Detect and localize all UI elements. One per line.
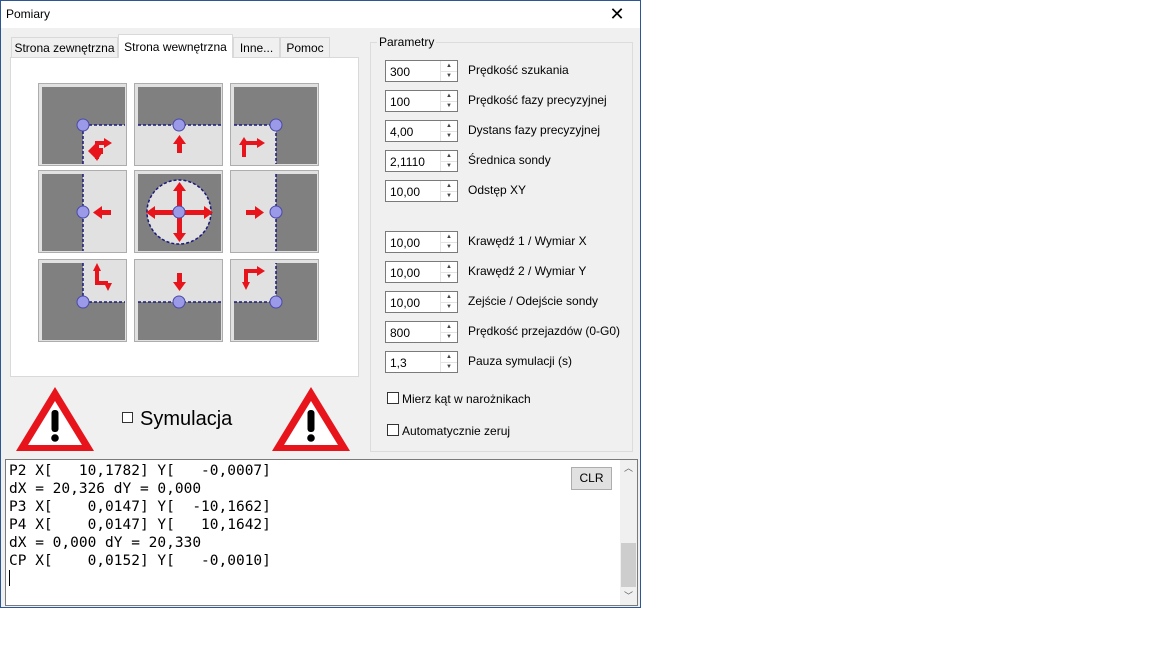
parameters-group-title: Parametry: [377, 35, 437, 49]
inner-corner-bottom-right-icon: [234, 263, 317, 340]
log-line: P3 X[ 0,0147] Y[ -10,1662]: [9, 499, 271, 515]
scroll-down-icon[interactable]: ﹀: [620, 588, 637, 605]
precise-speed-label: Prędkość fazy precyzyjnej: [468, 93, 607, 107]
spinbox-value[interactable]: 2,1110: [390, 155, 425, 169]
xy-offset-spinbox[interactable]: 10,00 ▲ ▼: [385, 180, 458, 202]
search-speed-spinbox[interactable]: 300 ▲ ▼: [385, 60, 458, 82]
spinbox-value[interactable]: 10,00: [390, 236, 420, 250]
spin-down-icon[interactable]: ▼: [441, 302, 457, 312]
precise-speed-spinbox[interactable]: 100 ▲ ▼: [385, 90, 458, 112]
inner-edge-bottom-icon: [138, 263, 221, 340]
tab-pomoc[interactable]: Pomoc: [280, 37, 330, 57]
probe-diameter-spinbox[interactable]: 2,1110 ▲ ▼: [385, 150, 458, 172]
spin-down-icon[interactable]: ▼: [441, 71, 457, 81]
inner-corner-bottom-left-icon: [42, 263, 125, 340]
spin-down-icon[interactable]: ▼: [441, 161, 457, 171]
tab-strona-wewnetrzna[interactable]: Strona wewnętrzna: [118, 34, 233, 58]
spinbox-value[interactable]: 10,00: [390, 266, 420, 280]
spinbox-value[interactable]: 800: [390, 326, 410, 340]
edge2-label: Krawędź 2 / Wymiar Y: [468, 264, 587, 278]
measure-angle-checkbox[interactable]: [387, 392, 399, 404]
travel-speed-label: Prędkość przejazdów (0-G0): [468, 324, 621, 338]
log-line: CP X[ 0,0152] Y[ -0,0010]: [9, 553, 271, 569]
warning-triangle-icon: [16, 387, 94, 451]
simulation-checkbox[interactable]: [122, 412, 133, 423]
text-caret: [9, 570, 10, 586]
spin-down-icon[interactable]: ▼: [441, 332, 457, 342]
measure-angle-label[interactable]: Mierz kąt w narożnikach: [402, 392, 531, 406]
search-speed-label: Prędkość szukania: [468, 63, 569, 77]
probe-diameter-label: Średnica sondy: [468, 153, 551, 167]
inner-corner-top-right-icon: [234, 87, 317, 164]
xy-offset-label: Odstęp XY: [468, 183, 527, 197]
spinbox-value[interactable]: 1,3: [390, 356, 407, 370]
simulation-label[interactable]: Symulacja: [140, 408, 232, 431]
inner-edge-top-icon: [138, 87, 221, 164]
probe-approach-spinbox[interactable]: 10,00 ▲ ▼: [385, 291, 458, 313]
warning-triangle-icon: [272, 387, 350, 451]
spin-down-icon[interactable]: ▼: [441, 242, 457, 252]
edge1-spinbox[interactable]: 10,00 ▲ ▼: [385, 231, 458, 253]
log-textarea[interactable]: P2 X[ 10,1782] Y[ -0,0007] dX = 20,326 d…: [5, 459, 638, 606]
probe-top-left-corner-button[interactable]: [38, 83, 127, 166]
auto-zero-checkbox[interactable]: [387, 424, 399, 436]
probe-left-edge-button[interactable]: [38, 170, 127, 253]
spinbox-value[interactable]: 100: [390, 95, 410, 109]
log-scrollbar[interactable]: ︿ ﹀: [620, 460, 637, 605]
log-line: dX = 0,000 dY = 20,330: [9, 535, 202, 551]
bore-center-icon: [138, 174, 221, 251]
precise-distance-spinbox[interactable]: 4,00 ▲ ▼: [385, 120, 458, 142]
window-title: Pomiary: [6, 7, 51, 21]
sim-pause-label: Pauza symulacji (s): [468, 354, 573, 368]
inner-corner-top-left-icon: [42, 87, 125, 164]
probe-right-edge-button[interactable]: [230, 170, 319, 253]
clr-button[interactable]: CLR: [571, 467, 612, 490]
spin-down-icon[interactable]: ▼: [441, 272, 457, 282]
log-line: dX = 20,326 dY = 0,000: [9, 481, 202, 497]
auto-zero-label[interactable]: Automatycznie zeruj: [402, 424, 510, 438]
scroll-up-icon[interactable]: ︿: [620, 460, 637, 477]
spin-down-icon[interactable]: ▼: [441, 101, 457, 111]
precise-distance-label: Dystans fazy precyzyjnej: [468, 123, 601, 137]
probe-center-bore-button[interactable]: [134, 170, 223, 253]
probe-approach-label: Zejście / Odejście sondy: [468, 294, 599, 308]
log-line: P4 X[ 0,0147] Y[ 10,1642]: [9, 517, 271, 533]
spinbox-value[interactable]: 10,00: [390, 296, 420, 310]
spinbox-value[interactable]: 300: [390, 65, 410, 79]
spin-down-icon[interactable]: ▼: [441, 131, 457, 141]
sim-pause-spinbox[interactable]: 1,3 ▲ ▼: [385, 351, 458, 373]
close-icon[interactable]: ✕: [594, 1, 640, 28]
spin-down-icon[interactable]: ▼: [441, 191, 457, 201]
edge1-label: Krawędź 1 / Wymiar X: [468, 234, 587, 248]
spinbox-value[interactable]: 10,00: [390, 185, 420, 199]
probe-bottom-left-corner-button[interactable]: [38, 259, 127, 342]
spin-down-icon[interactable]: ▼: [441, 362, 457, 372]
travel-speed-spinbox[interactable]: 800 ▲ ▼: [385, 321, 458, 343]
pomiary-window: Pomiary ✕ Strona zewnętrzna Strona wewnę…: [0, 0, 641, 608]
probe-top-edge-button[interactable]: [134, 83, 223, 166]
probe-top-right-corner-button[interactable]: [230, 83, 319, 166]
inner-edge-left-icon: [42, 174, 125, 251]
inner-edge-right-icon: [234, 174, 317, 251]
spinbox-value[interactable]: 4,00: [390, 125, 413, 139]
title-bar: Pomiary ✕: [1, 1, 640, 28]
scrollbar-thumb[interactable]: [621, 543, 636, 587]
tab-inne[interactable]: Inne...: [233, 37, 280, 57]
edge2-spinbox[interactable]: 10,00 ▲ ▼: [385, 261, 458, 283]
probe-bottom-edge-button[interactable]: [134, 259, 223, 342]
log-line: P2 X[ 10,1782] Y[ -0,0007]: [9, 463, 271, 479]
probe-bottom-right-corner-button[interactable]: [230, 259, 319, 342]
tab-strona-zewnetrzna[interactable]: Strona zewnętrzna: [11, 37, 118, 57]
